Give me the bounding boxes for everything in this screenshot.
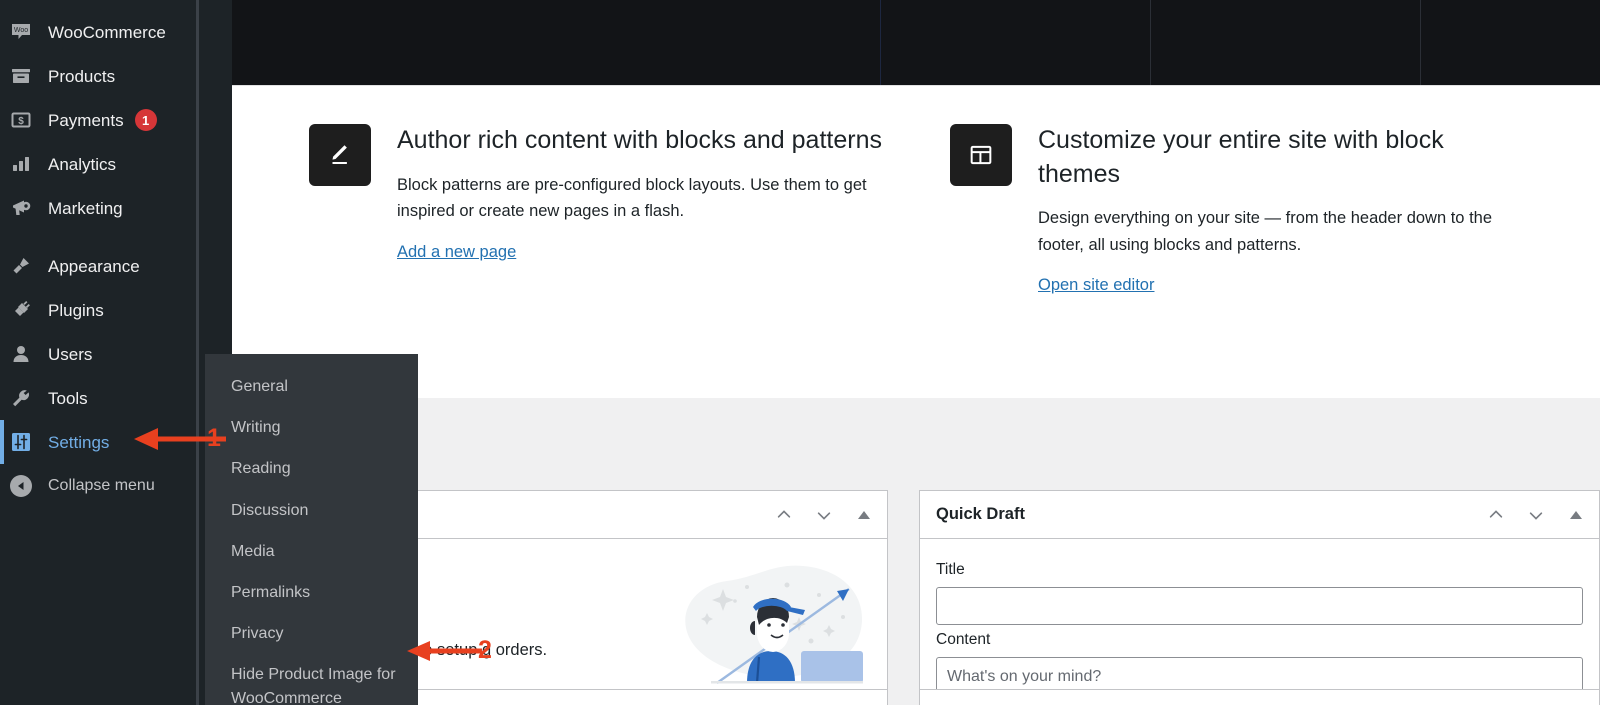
- payments-card-icon: $: [8, 107, 34, 133]
- topbar-divider-3: [1420, 0, 1421, 85]
- annotation-number-2: 2: [478, 636, 492, 664]
- toggle-collapse-icon[interactable]: [1565, 504, 1587, 526]
- welcome-column-themes: Customize your entire site with block th…: [938, 124, 1558, 295]
- dashboard-panels: up Once you co: [232, 398, 1600, 705]
- sidebar-item-label: Marketing: [48, 198, 123, 218]
- welcome-heading: Author rich content with blocks and patt…: [397, 126, 882, 154]
- quick-draft-title-input[interactable]: [936, 587, 1583, 625]
- svg-text:$: $: [18, 116, 24, 127]
- submenu-item-media[interactable]: Media: [205, 531, 418, 572]
- pencil-edit-icon: [309, 124, 371, 186]
- welcome-panel: Author rich content with blocks and patt…: [232, 86, 1600, 398]
- submenu-item-writing[interactable]: Writing: [205, 407, 418, 448]
- sidebar-item-label: Payments: [48, 110, 124, 130]
- sidebar-item-label: Users: [48, 344, 93, 364]
- quick-draft-content-label: Content: [936, 631, 991, 648]
- sidebar-item-label: Products: [48, 66, 116, 86]
- top-dark-bar: [232, 0, 1600, 86]
- users-person-icon: [8, 341, 34, 367]
- sidebar-item-settings[interactable]: Settings: [0, 420, 196, 464]
- appearance-paintbrush-icon: [8, 253, 34, 279]
- toggle-collapse-icon[interactable]: [853, 504, 875, 526]
- welcome-body: Design everything on your site — from th…: [1038, 209, 1492, 254]
- sidebar-item-label: Plugins: [48, 300, 104, 320]
- submenu-item-discussion[interactable]: Discussion: [205, 490, 418, 531]
- sidebar-item-label: Appearance: [48, 256, 140, 276]
- sidebar-item-users[interactable]: Users: [0, 332, 196, 376]
- sidebar-edge: [196, 0, 199, 705]
- sidebar-item-tools[interactable]: Tools: [0, 376, 196, 420]
- sidebar-item-plugins[interactable]: Plugins: [0, 288, 196, 332]
- woo-icon: Woo: [8, 19, 34, 45]
- sidebar-item-payments[interactable]: $ Payments 1: [0, 98, 196, 142]
- welcome-heading: Customize your entire site with block th…: [1038, 126, 1444, 188]
- sidebar-item-label: Tools: [48, 388, 88, 408]
- quick-draft-panel-title: Quick Draft: [936, 505, 1025, 523]
- wordpress-admin-screen: Author rich content with blocks and patt…: [0, 0, 1600, 705]
- add-new-page-link[interactable]: Add a new page: [397, 243, 516, 261]
- sidebar-item-woocommerce[interactable]: Woo WooCommerce: [0, 10, 196, 54]
- order-down-icon[interactable]: [1525, 504, 1547, 526]
- welcome-body: Block patterns are pre-configured block …: [397, 175, 867, 221]
- annotation-number-1: 1: [207, 424, 221, 452]
- submenu-item-permalinks[interactable]: Permalinks: [205, 572, 418, 613]
- topbar-divider-2: [1150, 0, 1151, 85]
- main-content: Author rich content with blocks and patt…: [232, 86, 1600, 705]
- plugins-plug-icon: [8, 297, 34, 323]
- marketing-megaphone-icon: [8, 195, 34, 221]
- sidebar-item-products[interactable]: Products: [0, 54, 196, 98]
- quick-draft-panel-body: Title Content: [920, 539, 1599, 705]
- welcome-column-blocks: Author rich content with blocks and patt…: [232, 124, 938, 295]
- tools-wrench-icon: [8, 385, 34, 411]
- order-up-icon[interactable]: [773, 504, 795, 526]
- settings-submenu-flyout: General Writing Reading Discussion Media…: [205, 354, 418, 705]
- quick-draft-panel-header: Quick Draft: [920, 491, 1599, 539]
- quick-draft-title-label: Title: [936, 561, 965, 578]
- admin-sidebar: Woo WooCommerce Products $ Payments 1 An…: [0, 0, 196, 705]
- sidebar-item-marketing[interactable]: Marketing: [0, 186, 196, 230]
- order-down-icon[interactable]: [813, 504, 835, 526]
- order-up-icon[interactable]: [1485, 504, 1507, 526]
- collapse-menu-button[interactable]: Collapse menu: [0, 464, 196, 508]
- submenu-item-general[interactable]: General: [205, 366, 418, 407]
- sidebar-item-label: WooCommerce: [48, 22, 166, 42]
- analytics-bar-chart-icon: [8, 151, 34, 177]
- settings-sliders-icon: [8, 429, 34, 455]
- bottom-right-panel: [919, 689, 1600, 705]
- svg-text:Woo: Woo: [14, 27, 28, 34]
- collapse-arrow-icon: [8, 473, 34, 499]
- sidebar-item-label: Analytics: [48, 154, 117, 174]
- site-layout-icon: [950, 124, 1012, 186]
- sidebar-item-appearance[interactable]: Appearance: [0, 244, 196, 288]
- collapse-menu-label: Collapse menu: [48, 477, 155, 494]
- sidebar-item-label: Settings: [48, 432, 110, 452]
- sidebar-separator: [0, 230, 196, 244]
- payments-badge: 1: [134, 109, 157, 131]
- submenu-item-reading[interactable]: Reading: [205, 448, 418, 489]
- quick-draft-panel: Quick Draft Title Content What's on your…: [919, 490, 1600, 705]
- topbar-divider-1: [880, 0, 881, 85]
- submenu-item-hide-product-image[interactable]: Hide Product Image for WooCommerce: [205, 654, 418, 705]
- products-box-icon: [8, 63, 34, 89]
- open-site-editor-link[interactable]: Open site editor: [1038, 276, 1154, 294]
- submenu-item-privacy[interactable]: Privacy: [205, 613, 418, 654]
- sidebar-item-analytics[interactable]: Analytics: [0, 142, 196, 186]
- store-setup-illustration: [671, 555, 871, 690]
